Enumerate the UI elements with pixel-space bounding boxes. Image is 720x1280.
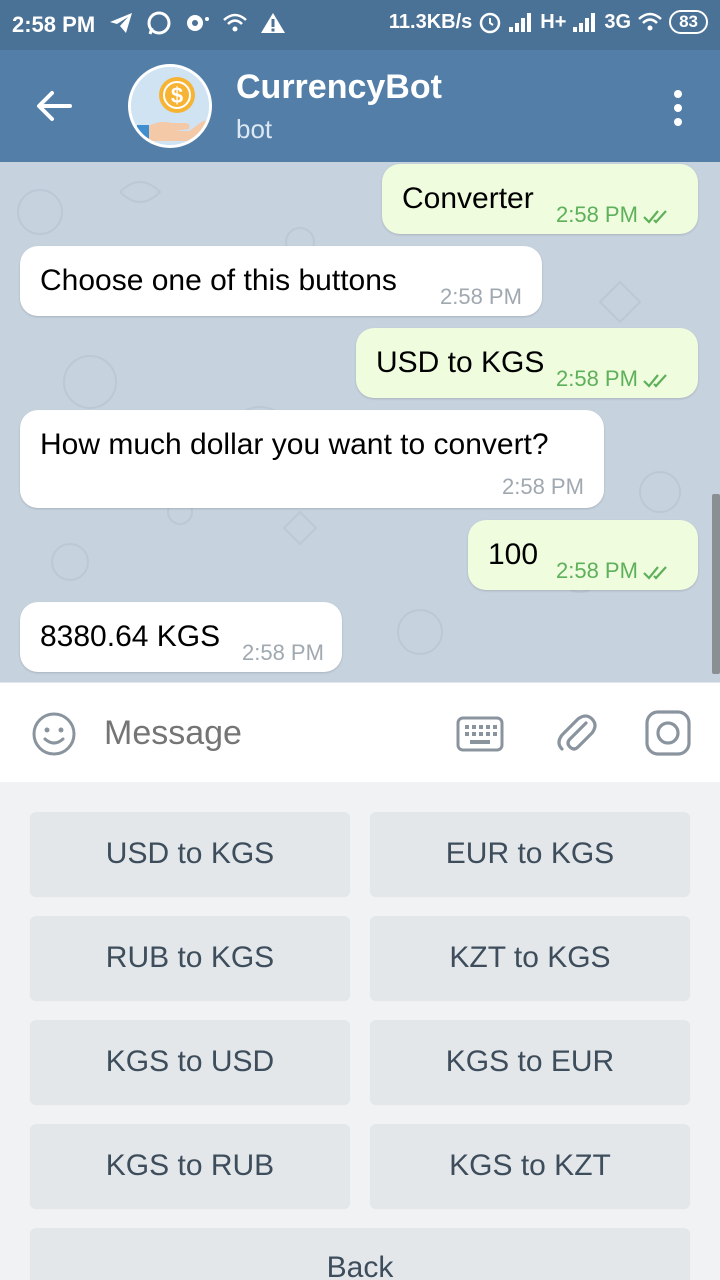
keyboard-button-eur-to-kgs[interactable]: EUR to KGS (370, 812, 690, 896)
back-arrow-icon[interactable] (28, 80, 80, 132)
chat-title: CurrencyBot (236, 68, 442, 106)
battery-level: 83 (669, 10, 708, 34)
whatsapp-icon (147, 11, 171, 35)
status-bar: 2:58 PM 11.3KB/s H+ 3G 83 (0, 0, 720, 50)
wifi-icon-left (223, 13, 247, 32)
chat-area[interactable]: Converter 2:58 PM Choose one of this but… (0, 162, 720, 682)
keyboard-button-kgs-to-eur[interactable]: KGS to EUR (370, 1020, 690, 1104)
read-check-icon (643, 210, 667, 224)
notification-icon (187, 15, 209, 31)
more-menu-icon[interactable] (666, 86, 690, 126)
emoji-icon[interactable] (30, 710, 78, 758)
message-text: 8380.64 KGS (40, 620, 221, 653)
wifi-icon (638, 12, 662, 31)
message-outgoing[interactable]: USD to KGS 2:58 PM (356, 328, 698, 398)
message-text: USD to KGS (376, 346, 545, 379)
warning-icon (261, 13, 285, 33)
keyboard-button-kzt-to-kgs[interactable]: KZT to KGS (370, 916, 690, 1000)
message-input-bar (0, 682, 720, 782)
paperclip-icon[interactable] (552, 709, 600, 757)
keyboard-icon[interactable] (456, 715, 504, 753)
message-input[interactable] (104, 711, 434, 755)
read-check-icon (643, 566, 667, 580)
keyboard-button-kgs-to-usd[interactable]: KGS to USD (30, 1020, 350, 1104)
network-type-2: 3G (604, 10, 632, 33)
keyboard-button-back[interactable]: Back (30, 1228, 690, 1280)
net-speed: 11.3KB/s (388, 10, 473, 33)
coin-hand-icon: $ (131, 67, 209, 145)
message-time: 2:58 PM (242, 640, 324, 665)
message-text: How much dollar you want to convert? (40, 428, 549, 461)
message-time: 2:58 PM (556, 366, 638, 391)
alarm-icon (480, 12, 501, 34)
message-outgoing[interactable]: 100 2:58 PM (468, 520, 698, 590)
signal-icon-2 (573, 13, 596, 32)
bot-keyboard: USD to KGS EUR to KGS RUB to KGS KZT to … (0, 782, 720, 1280)
message-incoming[interactable]: How much dollar you want to convert? 2:5… (20, 410, 604, 508)
svg-text:$: $ (171, 83, 183, 108)
message-text: Choose one of this buttons (40, 264, 397, 297)
message-text: 100 (488, 538, 539, 571)
message-time: 2:58 PM (440, 284, 522, 309)
message-time: 2:58 PM (502, 474, 584, 499)
read-check-icon (643, 374, 667, 388)
camera-icon[interactable] (644, 709, 692, 757)
chat-scrollbar[interactable] (712, 494, 720, 674)
message-text: Converter (402, 182, 534, 215)
message-time: 2:58 PM (556, 202, 638, 227)
message-incoming[interactable]: Choose one of this buttons 2:58 PM (20, 246, 542, 316)
chat-subtitle: bot (236, 114, 273, 144)
keyboard-button-usd-to-kgs[interactable]: USD to KGS (30, 812, 350, 896)
message-outgoing[interactable]: Converter 2:58 PM (382, 164, 698, 234)
chat-header: $ CurrencyBot bot (0, 50, 720, 162)
keyboard-button-rub-to-kgs[interactable]: RUB to KGS (30, 916, 350, 1000)
bot-avatar[interactable]: $ (128, 64, 212, 148)
keyboard-button-kgs-to-kzt[interactable]: KGS to KZT (370, 1124, 690, 1208)
signal-icon-1 (509, 13, 532, 32)
status-time: 2:58 PM (12, 12, 96, 37)
network-type-1: H+ (540, 10, 567, 33)
message-incoming[interactable]: 8380.64 KGS 2:58 PM (20, 602, 342, 672)
telegram-icon (110, 13, 132, 33)
keyboard-button-kgs-to-rub[interactable]: KGS to RUB (30, 1124, 350, 1208)
message-time: 2:58 PM (556, 558, 638, 583)
